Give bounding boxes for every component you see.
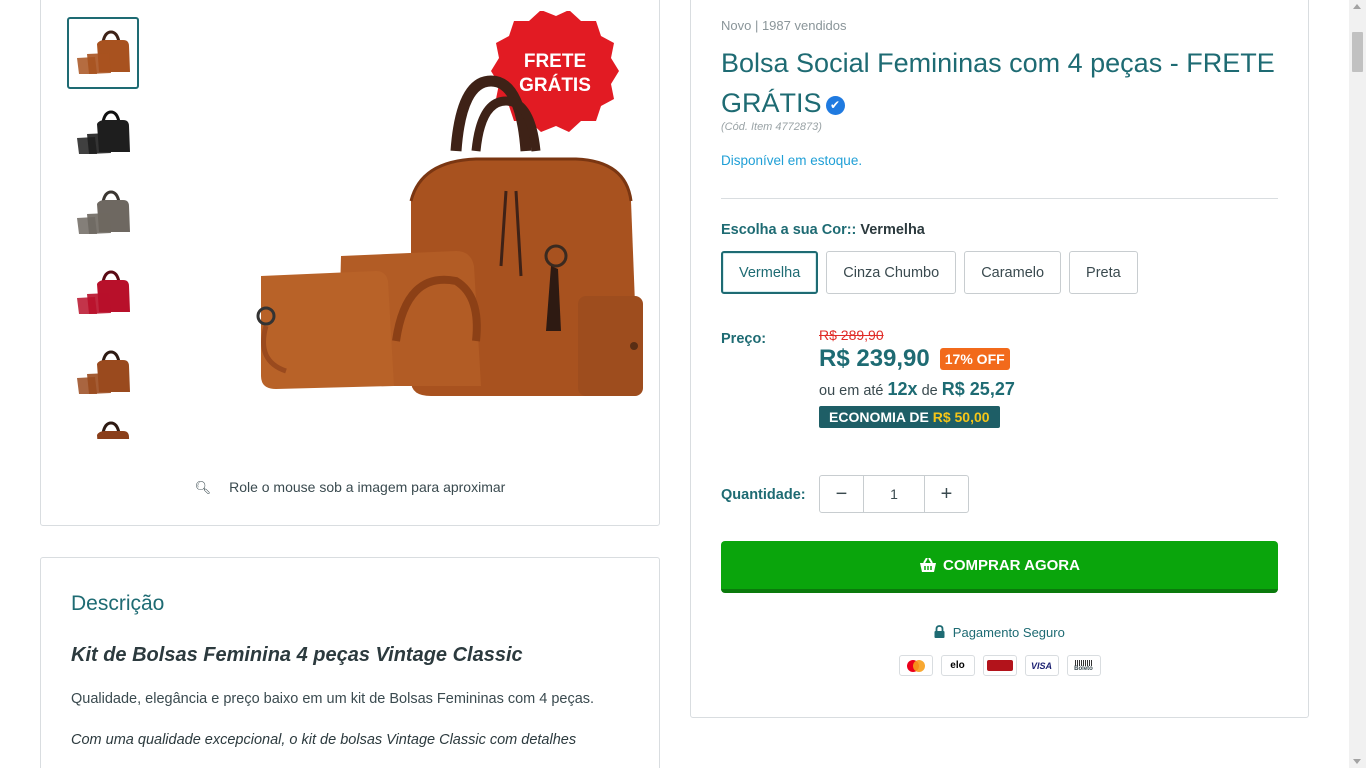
installments-prefix: ou em até	[819, 383, 884, 399]
visa-icon: VISA	[1024, 655, 1059, 676]
color-option-vermelha[interactable]: Vermelha	[721, 251, 819, 294]
description-title: Descrição	[71, 592, 165, 615]
basket-icon	[920, 557, 937, 572]
thumbnail-bag-image	[77, 350, 130, 394]
divider	[721, 198, 1278, 199]
boleto-icon: Boleto	[1066, 655, 1101, 676]
color-options: Vermelha Cinza Chumbo Caramelo Preta	[721, 251, 1138, 294]
price-label: Preço:	[721, 331, 767, 347]
description-paragraph: Qualidade, elegância e preço baixo em um…	[71, 691, 595, 707]
thumbnail-caramel[interactable]	[67, 17, 139, 89]
svg-text:FRETE: FRETE	[524, 51, 586, 72]
thumbnail-bag-image	[77, 270, 130, 314]
thumbnail-partial[interactable]	[67, 417, 139, 441]
scroll-up-arrow-icon[interactable]	[1353, 4, 1361, 9]
main-product-image[interactable]: FRETE GRÁTIS	[206, 11, 646, 431]
installments-value: R$ 25,27	[941, 379, 1015, 399]
payment-methods: elo VISA Boleto	[691, 655, 1308, 676]
thumbnail-black[interactable]	[67, 97, 139, 169]
magnifier-icon: 🔍︎	[194, 480, 212, 495]
decrement-button[interactable]: −	[820, 476, 863, 512]
economy-value: R$ 50,00	[932, 409, 990, 425]
thumbnail-list[interactable]	[67, 17, 143, 445]
color-selected-value: Vermelha	[860, 222, 925, 238]
thumbnail-bag-image	[97, 421, 130, 439]
hipercard-icon	[982, 655, 1017, 676]
product-sku: (Cód. Item 4772873)	[721, 121, 822, 133]
thumbnail-red[interactable]	[67, 257, 139, 329]
product-title-text: Bolsa Social Femininas com 4 peças - FRE…	[721, 48, 1275, 118]
svg-text:GRÁTIS: GRÁTIS	[519, 74, 591, 96]
buy-now-button[interactable]: COMPRAR AGORA	[721, 541, 1278, 593]
scrollbar-thumb[interactable]	[1352, 32, 1363, 72]
color-label-text: Escolha a sua Cor::	[721, 222, 857, 238]
page-scrollbar[interactable]	[1349, 0, 1366, 768]
installments-mid: de	[921, 383, 938, 399]
discount-badge: 17% OFF	[939, 348, 1010, 370]
color-option-caramelo[interactable]: Caramelo	[964, 251, 1062, 294]
thumbnail-bag-image	[77, 110, 130, 154]
stock-status: Disponível em estoque.	[721, 153, 863, 168]
old-price: R$ 289,90	[819, 327, 884, 343]
installments-count: 12x	[887, 379, 918, 399]
product-title: Bolsa Social Femininas com 4 peças - FRE…	[721, 43, 1281, 123]
color-label: Escolha a sua Cor:: Vermelha	[721, 222, 925, 238]
increment-button[interactable]: +	[925, 476, 968, 512]
boleto-label: Boleto	[1074, 665, 1093, 672]
free-shipping-badge: FRETE GRÁTIS	[491, 11, 619, 132]
secure-payment-label: Pagamento Seguro	[952, 625, 1065, 640]
color-option-preta[interactable]: Preta	[1069, 251, 1138, 294]
quantity-label: Quantidade:	[721, 487, 806, 503]
thumbnail-caramel-single[interactable]	[67, 337, 139, 409]
economy-badge: ECONOMIA DE R$ 50,00	[819, 406, 1000, 428]
description-section: Descrição Kit de Bolsas Feminina 4 peças…	[40, 557, 660, 768]
zoom-hint: 🔍︎ Role o mouse sob a imagem para aproxi…	[41, 479, 659, 496]
color-option-cinza-chumbo[interactable]: Cinza Chumbo	[826, 251, 957, 294]
economy-label: ECONOMIA DE	[829, 409, 929, 425]
clutch-bag	[256, 271, 394, 389]
thumbnail-bag-image	[77, 30, 130, 74]
mastercard-icon	[898, 655, 933, 676]
elo-icon: elo	[940, 655, 975, 676]
product-gallery: FRETE GRÁTIS 🔍︎ Role o mouse sob a image…	[40, 0, 660, 526]
quantity-input[interactable]: 1	[863, 476, 925, 512]
buy-now-label: COMPRAR AGORA	[943, 556, 1080, 574]
price-block: R$ 289,90 R$ 239,90 17% OFF ou em até 12…	[819, 327, 1015, 428]
card-holder	[578, 296, 643, 396]
installments-info: ou em até 12x de R$ 25,27	[819, 379, 1015, 400]
zoom-hint-text: Role o mouse sob a imagem para aproximar	[229, 479, 506, 495]
secure-payment: Pagamento Seguro	[691, 625, 1308, 640]
product-meta: Novo | 1987 vendidos	[721, 18, 847, 33]
description-paragraph: Com uma qualidade excepcional, o kit de …	[71, 732, 577, 748]
scroll-down-arrow-icon[interactable]	[1353, 759, 1361, 764]
product-info-panel: Novo | 1987 vendidos Bolsa Social Femini…	[690, 0, 1309, 718]
description-heading: Kit de Bolsas Feminina 4 peças Vintage C…	[71, 644, 523, 666]
quantity-stepper: − 1 +	[819, 475, 969, 513]
verified-check-icon: ✔	[825, 96, 845, 115]
lock-icon	[934, 625, 945, 638]
current-price: R$ 239,90	[819, 345, 930, 372]
thumbnail-bag-image	[77, 190, 130, 234]
thumbnail-gray[interactable]	[67, 177, 139, 249]
